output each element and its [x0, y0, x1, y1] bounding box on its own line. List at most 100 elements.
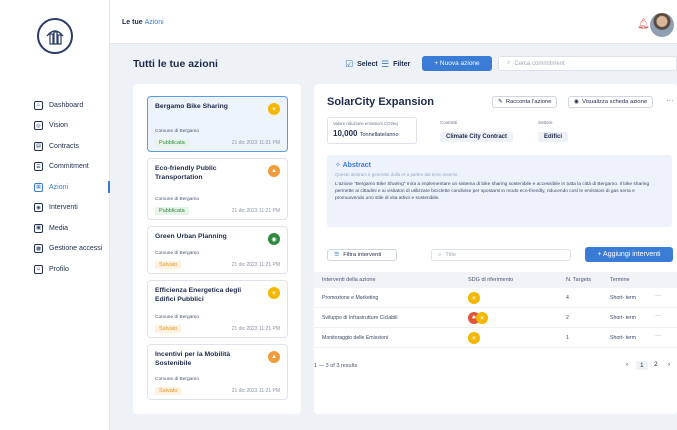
card-title: Incentivi per la Mobilità Sostenibile [155, 351, 231, 367]
action-card[interactable]: Bergamo Bike Sharing ☀ Comune di Bergamo Pu… [147, 96, 288, 152]
targets-count: 1 [566, 335, 569, 341]
action-card[interactable]: Efficienza Energetica degli Edifici Pubb… [147, 280, 288, 338]
more-icon[interactable]: ··· [655, 293, 661, 299]
page-button[interactable]: 2 [654, 361, 658, 368]
abstract-subtitle: Questo abstract è generato dalla AI a pa… [335, 172, 458, 177]
search-input[interactable]: ⌕ Cerca commitment [498, 56, 677, 71]
filter-interventions-label: Filtra interventi [343, 252, 382, 258]
bell-icon[interactable]: 🔔︎ [637, 19, 650, 30]
column-header: Interventi della azione [322, 277, 376, 283]
table-row[interactable]: Sviluppo di Infrastrutture Ciclabili ♣ ☀ 2 S… [314, 308, 677, 328]
sidebar-item-profilo[interactable]: ☺ Profilo [0, 259, 110, 280]
top-bar: Le tue Azioni 🔔︎ [110, 0, 677, 44]
nav-icon: ▦ [34, 182, 43, 192]
card-title: Green Urban Planning [155, 233, 227, 240]
page-button[interactable]: 1 [636, 361, 648, 370]
table-row[interactable]: Monitoraggio delle Emissioni ☀ 1 Short- ter… [314, 328, 677, 348]
edit-icon: ✎ [498, 99, 503, 105]
contract-field: Contratti Climate City Contract [440, 120, 514, 143]
card-org: Comune di Bergamo [155, 377, 199, 382]
targets-count: 2 [566, 315, 569, 321]
sidebar-item-vision[interactable]: ◎ Vision [0, 116, 110, 137]
select-button[interactable]: ☑ Select [345, 56, 378, 72]
abstract-text: L'azione "Bergamo Bike Sharing" mira a i… [335, 182, 650, 201]
add-interventions-button[interactable]: + Aggiungi interventi [585, 247, 673, 262]
table-row[interactable]: Promozione e Marketing ☀ 4 Short- term ··· [314, 288, 677, 308]
more-icon[interactable]: ··· [666, 96, 674, 105]
sidebar-item-media[interactable]: ▣ Media [0, 218, 110, 239]
card-date: 21 dic 2023 11:21 PM [231, 208, 280, 214]
top-title-prefix: Le tue [122, 19, 143, 26]
avatar[interactable] [650, 13, 674, 37]
search-icon: ⌕ [438, 251, 442, 258]
metric-value: 10,000 Tonnellate/anno [333, 129, 411, 138]
table-header: Interventi della azione SDG di riferimen… [314, 272, 677, 288]
sidebar-item-label: Commitment [49, 163, 89, 171]
status-badge: Pubblicata [155, 207, 189, 215]
emission-metric: Valore riduzione emissioni CO2eq 10,000 … [327, 117, 417, 144]
card-org: Comune di Bergamo [155, 251, 199, 256]
sidebar-item-contracts[interactable]: ▤ Contracts [0, 136, 110, 157]
tell-action-label: Racconta l'azione [505, 99, 552, 105]
app-logo[interactable] [37, 18, 73, 54]
prev-page-icon[interactable]: ‹ [626, 361, 628, 368]
nav-icon: ▣ [34, 223, 43, 233]
sidebar-item-commitment[interactable]: ☰ Commitment [0, 157, 110, 178]
sector-field: Settore Edifici [538, 120, 569, 143]
card-org: Comune di Bergamo [155, 129, 199, 134]
intervention-name: Monitoraggio delle Emissioni [322, 335, 389, 341]
sidebar-item-gestione-accessi[interactable]: ▩ Gestione accessi [0, 239, 110, 260]
targets-count: 4 [566, 295, 569, 301]
sidebar-item-azioni[interactable]: ▦ Azioni [0, 177, 110, 198]
action-card[interactable]: Green Urban Planning ◉ Comune di Bergamo Sa… [147, 226, 288, 274]
sidebar-nav: ⌂ Dashboard ◎ Vision ▤ Contracts ☰ Commitment ▦ A… [0, 95, 110, 280]
tell-action-button[interactable]: ✎ Racconta l'azione [492, 96, 558, 108]
nav-icon: ☰ [34, 162, 43, 172]
card-org: Comune di Bergamo [155, 197, 199, 202]
metric-number: 10,000 [333, 129, 358, 138]
filter-button[interactable]: ☰ Filter [381, 56, 410, 72]
contract-label: Contratti [440, 120, 458, 125]
term-value: Short- term [610, 315, 636, 321]
sidebar-item-label: Dashboard [49, 101, 84, 109]
new-action-button[interactable]: + Nuova azione [422, 56, 492, 71]
filter-interventions-button[interactable]: ☰ Filtra interventi [327, 249, 397, 261]
view-card-label: Visualizza scheda azione [582, 99, 648, 105]
nav-icon: ☺ [34, 264, 43, 274]
status-badge: Salvato [155, 387, 182, 395]
building-logo-icon [46, 30, 64, 45]
sidebar-item-dashboard[interactable]: ⌂ Dashboard [0, 95, 110, 116]
action-list: Bergamo Bike Sharing ☀ Comune di Bergamo Pu… [133, 84, 301, 414]
sidebar-item-label: Gestione accessi [49, 245, 103, 253]
sdg-icon: ☀ [476, 312, 488, 324]
term-value: Short- term [610, 295, 636, 301]
page-title: Tutti le tue azioni [133, 58, 218, 70]
sidebar-item-label: Interventi [49, 204, 78, 212]
sdg-badge-icon: ☀ [268, 103, 280, 115]
sidebar: ⌂ Dashboard ◎ Vision ▤ Contracts ☰ Commitment ▦ A… [0, 0, 110, 430]
filter-icon: ☰ [381, 58, 390, 69]
next-page-icon[interactable]: › [668, 361, 670, 368]
column-header: N. Targets [566, 277, 591, 283]
metric-unit: Tonnellate/anno [359, 132, 399, 138]
view-card-button[interactable]: ◉ Visualizza scheda azione [568, 96, 654, 108]
nav-icon: ◉ [34, 203, 43, 213]
title-search-input[interactable]: ⌕ Title [431, 249, 571, 261]
eye-icon: ◉ [574, 99, 580, 105]
sdg-badge-icon: ▲ [268, 351, 280, 363]
sidebar-item-label: Media [49, 224, 69, 232]
action-detail: SolarCity Expansion ✎ Racconta l'azione … [314, 84, 677, 414]
sidebar-item-interventi[interactable]: ◉ Interventi [0, 198, 110, 219]
more-icon[interactable]: ··· [655, 313, 661, 319]
sdg-badge-icon: ▲ [268, 165, 280, 177]
filter-label: Filter [393, 60, 411, 68]
action-card[interactable]: Incentivi per la Mobilità Sostenibile ▲ Co… [147, 344, 288, 400]
card-date: 21 dic 2023 11:21 PM [231, 326, 280, 332]
sdg-badge-icon: ☀ [268, 287, 280, 299]
top-title: Le tue Azioni [122, 19, 164, 26]
more-icon[interactable]: ··· [655, 333, 661, 339]
metric-label: Valore riduzione emissioni CO2eq [333, 121, 398, 126]
action-card[interactable]: Eco-friendly Public Transportation ▲ Comun… [147, 158, 288, 220]
sdg-icon: ☀ [468, 332, 480, 344]
sidebar-item-label: Profilo [49, 265, 69, 273]
